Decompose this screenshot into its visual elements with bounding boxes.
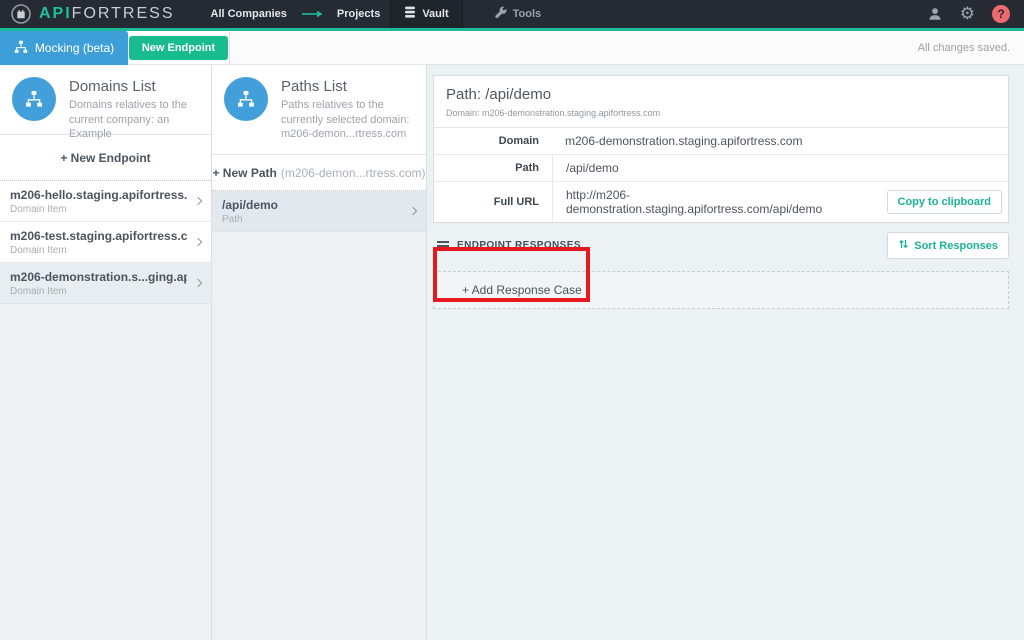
fortress-logo-icon — [10, 3, 32, 25]
new-endpoint-row-label: + New Endpoint — [60, 151, 150, 165]
chevron-right-icon — [194, 197, 202, 205]
navbar-right-actions: ⚙ ? — [927, 5, 1010, 23]
endpoint-responses-title: ENDPOINT RESPONSES — [457, 240, 581, 251]
logo-api-text: API — [39, 5, 72, 23]
domain-row-value: m206-demonstration.staging.apifortress.c… — [552, 128, 1008, 154]
paths-sitemap-icon — [224, 77, 268, 121]
path-row: Path /api/demo — [434, 155, 1008, 182]
new-endpoint-button[interactable]: New Endpoint — [129, 36, 228, 60]
user-icon[interactable] — [927, 6, 943, 22]
top-navbar: API FORTRESS All Companies Projects — [0, 0, 1024, 31]
database-icon — [404, 6, 416, 22]
domain-item-type: Domain Item — [10, 204, 187, 215]
arrow-right-icon — [301, 10, 323, 18]
paths-list-subtitle: Paths relatives to the currently selecte… — [281, 98, 416, 142]
domain-item-type: Domain Item — [10, 245, 187, 256]
domains-list-panel: Domains List Domains relatives to the cu… — [0, 65, 212, 640]
chevron-right-icon — [409, 207, 417, 215]
sort-arrows-icon — [898, 238, 909, 253]
domains-list-title: Domains List — [69, 78, 201, 95]
domain-row: Domain m206-demonstration.staging.apifor… — [434, 128, 1008, 155]
nav-tools-label: Tools — [513, 8, 542, 20]
paths-list-title: Paths List — [281, 78, 416, 95]
paths-list-header: Paths List Paths relatives to the curren… — [212, 65, 426, 155]
add-response-case-label: + Add Response Case — [462, 283, 582, 297]
new-path-row[interactable]: + New Path (m206-demon...rtress.com) — [212, 155, 426, 191]
tab-mocking[interactable]: Mocking (beta) — [0, 31, 128, 65]
nav-vault-label: Vault — [422, 8, 448, 20]
nav-tools[interactable]: Tools — [481, 0, 555, 28]
path-detail-header: Path: /api/demo Domain: m206-demonstrati… — [434, 76, 1008, 128]
path-item-type: Path — [222, 214, 402, 225]
path-detail-domain: Domain: m206-demonstration.staging.apifo… — [446, 108, 996, 118]
endpoint-responses-heading: ENDPOINT RESPONSES — [433, 240, 581, 251]
domain-item-name: m206-demonstration.s...ging.apifortress.… — [10, 270, 187, 284]
paths-list-panel: Paths List Paths relatives to the curren… — [212, 65, 427, 640]
copy-to-clipboard-button[interactable]: Copy to clipboard — [887, 190, 1003, 214]
path-item-api-demo[interactable]: /api/demo Path — [212, 191, 426, 232]
domain-item-name: m206-hello.staging.apifortress.com — [10, 188, 187, 202]
domains-sitemap-icon — [12, 77, 56, 121]
sort-responses-label: Sort Responses — [914, 240, 998, 252]
chevron-right-icon — [194, 279, 202, 287]
path-row-label: Path — [434, 162, 552, 174]
gear-icon[interactable]: ⚙ — [960, 6, 975, 23]
path-detail-card: Path: /api/demo Domain: m206-demonstrati… — [433, 75, 1009, 223]
path-item-name: /api/demo — [222, 198, 402, 212]
main-content: Domains List Domains relatives to the cu… — [0, 65, 1024, 640]
domain-item-test[interactable]: m206-test.staging.apifortress.com Domain… — [0, 222, 211, 263]
help-button[interactable]: ? — [992, 5, 1010, 23]
toolbar-status-area: All changes saved. — [230, 31, 1024, 65]
path-detail-title: Path: /api/demo — [446, 86, 996, 103]
wrench-icon — [494, 6, 507, 22]
endpoint-responses-bar: ENDPOINT RESPONSES Sort Responses — [433, 232, 1009, 259]
new-path-label: + New Path — [212, 166, 276, 180]
domain-item-name: m206-test.staging.apifortress.com — [10, 229, 187, 243]
new-endpoint-row[interactable]: + New Endpoint — [0, 135, 211, 181]
apifortress-app: API FORTRESS All Companies Projects — [0, 0, 1024, 640]
apifortress-logo: API FORTRESS — [10, 3, 175, 25]
chevron-right-icon — [194, 238, 202, 246]
full-url-row-label: Full URL — [434, 196, 552, 208]
toolbar: Mocking (beta) New Endpoint All changes … — [0, 31, 1024, 65]
domain-item-demonstration[interactable]: m206-demonstration.s...ging.apifortress.… — [0, 263, 211, 304]
nav-all-companies[interactable]: All Companies — [201, 0, 297, 28]
path-detail-panel: Path: /api/demo Domain: m206-demonstrati… — [427, 65, 1024, 640]
sitemap-icon — [14, 40, 28, 57]
nav-vault[interactable]: Vault — [390, 0, 462, 28]
full-url-row: Full URL http://m206-demonstration.stagi… — [434, 182, 1008, 222]
domain-item-type: Domain Item — [10, 286, 187, 297]
domain-item-hello[interactable]: m206-hello.staging.apifortress.com Domai… — [0, 181, 211, 222]
sort-responses-button[interactable]: Sort Responses — [887, 232, 1009, 259]
toolbar-button-area: New Endpoint — [128, 31, 230, 65]
full-url-value: http://m206-demonstration.staging.apifor… — [552, 182, 877, 222]
add-response-case-button[interactable]: + Add Response Case — [433, 271, 1009, 309]
domains-list-subtitle: Domains relatives to the current company… — [69, 98, 201, 142]
list-icon — [437, 241, 449, 251]
logo-wordmark: API FORTRESS — [39, 5, 175, 23]
path-input[interactable]: /api/demo — [552, 155, 1008, 181]
domains-list-header: Domains List Domains relatives to the cu… — [0, 65, 211, 135]
main-navigation: All Companies Projects Vault — [201, 0, 555, 28]
nav-projects[interactable]: Projects — [327, 0, 390, 28]
logo-fortress-text: FORTRESS — [72, 5, 175, 23]
tab-mocking-label: Mocking (beta) — [35, 41, 114, 55]
save-status-text: All changes saved. — [918, 42, 1010, 54]
new-path-domain-hint: (m206-demon...rtress.com) — [281, 166, 426, 180]
domain-row-label: Domain — [434, 135, 552, 147]
